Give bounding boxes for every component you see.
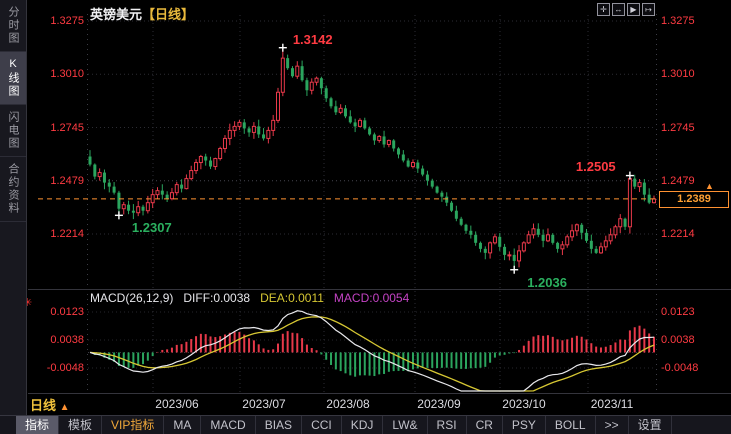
toolbar-item-2[interactable]: VIP指标 <box>102 416 164 434</box>
toolbar-item-5[interactable]: BIAS <box>256 416 302 434</box>
price-annotation-trough-october: 1.2036 <box>527 275 567 290</box>
price-annotation-peak: 1.3142 <box>293 32 333 47</box>
x-axis-label-2: 2023/08 <box>316 397 380 411</box>
macd-readout: MACD(26,12,9) DIFF:0.0038 DEA:0.0011 MAC… <box>90 291 409 305</box>
price-tick-right-1: 1.3010 <box>661 68 725 80</box>
period-selector[interactable]: 日线 ▲ <box>30 395 70 414</box>
candlestick-chart-canvas[interactable] <box>0 0 731 434</box>
price-tick-right-4: 1.2214 <box>661 228 725 240</box>
current-price-badge: 1.2389 <box>659 191 729 208</box>
x-axis-label-3: 2023/09 <box>407 397 471 411</box>
sidebar-tab-3[interactable]: 合约资料 <box>0 157 26 222</box>
toolbar-item-8[interactable]: LW& <box>383 416 427 434</box>
x-axis-label-4: 2023/10 <box>492 397 556 411</box>
macd-macd-value: MACD:0.0054 <box>334 291 409 305</box>
shift-right-icon[interactable]: ↦ <box>642 3 655 16</box>
price-annotation-trough-june: 1.2307 <box>132 220 172 235</box>
macd-tick-right-1: 0.0038 <box>661 334 725 346</box>
toolbar-item-6[interactable]: CCI <box>302 416 342 434</box>
current-price-arrow-icon: ▲ <box>705 182 714 191</box>
sidebar-tab-0[interactable]: 分时图 <box>0 0 26 52</box>
price-tick-left-0: 1.3275 <box>34 15 84 27</box>
price-annotation-recent-peak: 1.2505 <box>576 159 616 174</box>
chart-title: 英镑美元【日线】 <box>90 4 194 23</box>
period-selector-label: 日线 <box>30 398 56 413</box>
macd-tick-left-0: 0.0123 <box>34 306 84 318</box>
toolbar-item-0[interactable]: 指标 <box>16 416 59 434</box>
period-selector-arrow-icon: ▲ <box>60 402 70 413</box>
price-tick-right-2: 1.2745 <box>661 122 725 134</box>
sidebar-tab-2[interactable]: 闪电图 <box>0 105 26 157</box>
macd-params-label: MACD(26,12,9) <box>90 291 173 305</box>
toolbar-item-11[interactable]: PSY <box>503 416 546 434</box>
price-tick-left-4: 1.2214 <box>34 228 84 240</box>
macd-tick-left-2: -0.0048 <box>34 362 84 374</box>
toolbar-item-3[interactable]: MA <box>164 416 201 434</box>
panel-divider <box>28 289 731 290</box>
toolbar-item-1[interactable]: 模板 <box>59 416 102 434</box>
price-tick-right-0: 1.3275 <box>661 15 725 27</box>
macd-tick-right-2: -0.0048 <box>661 362 725 374</box>
chart-tools-group: ✛↔▶↦ <box>597 3 655 16</box>
price-tick-left-3: 1.2479 <box>34 175 84 187</box>
toolbar-item-7[interactable]: KDJ <box>342 416 384 434</box>
toolbar-item-4[interactable]: MACD <box>201 416 255 434</box>
axis-divider <box>28 393 731 394</box>
toolbar-item-14[interactable]: 设置 <box>629 416 672 434</box>
macd-diff-value: DIFF:0.0038 <box>183 291 250 305</box>
symbol-name: 英镑美元 <box>90 7 142 22</box>
sidebar-tab-1[interactable]: K线图 <box>0 52 26 105</box>
toolbar-item-12[interactable]: BOLL <box>546 416 596 434</box>
x-axis-label-0: 2023/06 <box>145 397 209 411</box>
auto-play-icon[interactable]: ▶ <box>627 3 640 16</box>
indicator-toolbar: 指标模板VIP指标MAMACDBIASCCIKDJLW&RSICRPSYBOLL… <box>0 415 731 434</box>
horizontal-scale-icon[interactable]: ↔ <box>612 3 625 16</box>
x-axis-label-5: 2023/11 <box>580 397 644 411</box>
period-name: 【日线】 <box>142 7 194 22</box>
macd-tick-left-1: 0.0038 <box>34 334 84 346</box>
x-axis-label-1: 2023/07 <box>232 397 296 411</box>
price-tick-left-1: 1.3010 <box>34 68 84 80</box>
trading-app-window: 分时图K线图闪电图合约资料 英镑美元【日线】 ✛↔▶↦ ✳ MACD(26,12… <box>0 0 731 434</box>
toolbar-item-13[interactable]: >> <box>596 416 629 434</box>
macd-dea-value: DEA:0.0011 <box>260 291 324 305</box>
price-tick-left-2: 1.2745 <box>34 122 84 134</box>
macd-tick-right-0: 0.0123 <box>661 306 725 318</box>
price-tick-right-3: 1.2479 <box>661 175 725 187</box>
toolbar-item-9[interactable]: RSI <box>428 416 467 434</box>
toolbar-item-10[interactable]: CR <box>467 416 503 434</box>
chart-type-sidebar: 分时图K线图闪电图合约资料 <box>0 0 27 434</box>
pan-tool-icon[interactable]: ✛ <box>597 3 610 16</box>
